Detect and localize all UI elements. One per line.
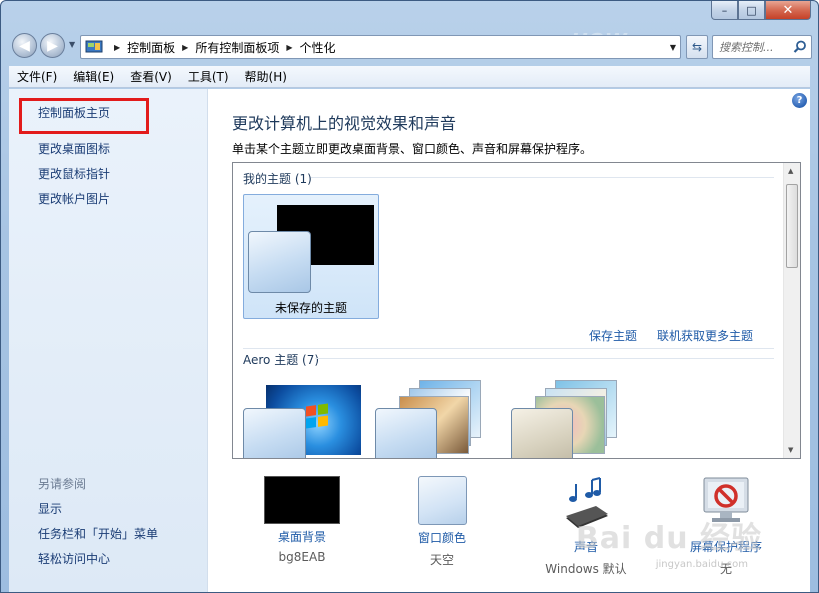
forward-button[interactable]: ▶ [40,33,65,58]
menu-tools[interactable]: 工具(T) [180,68,237,85]
maximize-button[interactable]: □ [738,1,765,20]
group-divider [243,348,774,349]
search-input[interactable]: 搜索控制... [712,35,812,59]
baidu-watermark: Bai du 经验 [575,521,762,556]
aero-theme-architecture[interactable] [375,380,505,458]
help-icon[interactable]: ? [792,93,807,108]
desktop-background-value: bg8EAB [278,550,326,564]
minimize-button[interactable]: – [711,1,738,20]
unsaved-theme-tile[interactable]: 未保存的主题 [243,194,379,319]
aero-theme-characters[interactable] [511,380,641,458]
see-also-display[interactable]: 显示 [38,500,62,517]
sounds-value: Windows 默认 [545,562,627,576]
baidu-watermark-url: jingyan.baidu.com [655,559,748,570]
window-color-item[interactable]: 窗口颜色 天空 [387,476,497,568]
caption-buttons: – □ ✕ [711,1,811,20]
aero-theme-windows7[interactable] [239,380,369,458]
theme-list-scrollbar[interactable]: ▲ ▼ [783,163,800,458]
breadcrumb-personalization[interactable]: 个性化 [300,39,336,56]
desktop-background-item[interactable]: 桌面背景 bg8EAB [247,476,357,564]
refresh-button[interactable]: ⇆ [686,35,708,59]
address-dropdown-icon[interactable]: ▼ [670,43,676,52]
see-also-ease-of-access[interactable]: 轻松访问中心 [38,550,110,567]
sidebar-change-mouse-pointers[interactable]: 更改鼠标指针 [38,165,110,182]
window-color-icon [417,476,467,525]
group-divider [311,177,774,178]
scroll-up-icon[interactable]: ▲ [788,167,793,175]
windows-logo-icon [306,403,328,429]
menu-file[interactable]: 文件(F) [9,68,65,85]
main-content: ? 更改计算机上的视觉效果和声音 单击某个主题立即更改桌面背景、窗口颜色、声音和… [209,89,810,592]
scroll-thumb[interactable] [786,184,798,268]
breadcrumb-separator-icon[interactable]: ▶ [182,43,188,52]
save-theme-link[interactable]: 保存主题 [589,327,637,344]
theme-list[interactable]: 我的主题 (1) 未保存的主题 保存主题 联机获取更多主题 Aero 主题 (7… [232,162,801,459]
menu-edit[interactable]: 编辑(E) [65,68,122,85]
page-title: 更改计算机上的视觉效果和声音 [232,114,457,133]
get-more-themes-link[interactable]: 联机获取更多主题 [657,327,753,344]
menu-bar: 文件(F) 编辑(E) 查看(V) 工具(T) 帮助(H) [9,66,810,88]
search-placeholder: 搜索控制... [719,41,774,54]
back-button[interactable]: ◀ [12,33,37,58]
navigation-bar: ◀ ▶ ▼ ▶ 控制面板 ▶ 所有控制面板项 ▶ 个性化 ▼ ⇆ 搜索控制... [9,31,812,61]
menu-help[interactable]: 帮助(H) [237,68,295,85]
back-arrow-icon: ◀ [19,37,30,54]
breadcrumb-separator-icon[interactable]: ▶ [286,43,292,52]
window-body: 控制面板主页 更改桌面图标 更改鼠标指针 更改帐户图片 另请参阅 显示 任务栏和… [9,89,810,592]
breadcrumb-control-panel[interactable]: 控制面板 [127,39,175,56]
page-subtitle: 单击某个主题立即更改桌面背景、窗口颜色、声音和屏幕保护程序。 [232,142,593,156]
breadcrumb-all-items[interactable]: 所有控制面板项 [195,39,279,56]
breadcrumb-separator-icon[interactable]: ▶ [114,43,120,52]
refresh-icon: ⇆ [691,40,703,54]
desktop-background-label[interactable]: 桌面背景 [247,528,357,545]
recent-pages-dropdown[interactable]: ▼ [69,40,75,49]
sidebar-change-desktop-icons[interactable]: 更改桌面图标 [38,140,110,157]
window-frame: HOW – □ ✕ ◀ ▶ ▼ ▶ 控制面板 ▶ 所有控制面板项 ▶ 个性化 ▼… [0,0,819,593]
theme-color-preview [243,408,306,458]
unsaved-theme-label: 未保存的主题 [274,301,347,315]
my-themes-header: 我的主题 (1) [243,172,312,186]
see-also-heading: 另请参阅 [38,477,87,491]
search-icon[interactable] [793,40,807,54]
menu-view[interactable]: 查看(V) [122,68,180,85]
theme-color-preview [511,408,573,458]
see-also-taskbar-start-menu[interactable]: 任务栏和「开始」菜单 [38,525,158,542]
window-color-label[interactable]: 窗口颜色 [387,529,497,546]
address-bar[interactable]: ▶ 控制面板 ▶ 所有控制面板项 ▶ 个性化 ▼ [80,35,681,59]
control-panel-icon [85,40,103,53]
desktop-background-icon [264,476,340,524]
sidebar-change-account-picture[interactable]: 更改帐户图片 [38,190,110,207]
sidebar: 控制面板主页 更改桌面图标 更改鼠标指针 更改帐户图片 另请参阅 显示 任务栏和… [9,89,208,592]
theme-color-preview [375,408,437,458]
theme-color-preview [248,231,311,293]
scroll-down-icon[interactable]: ▼ [788,446,793,454]
group-divider [315,358,774,359]
close-button[interactable]: ✕ [765,1,811,20]
aero-themes-header: Aero 主题 (7) [243,353,320,367]
sidebar-control-panel-home[interactable]: 控制面板主页 [38,104,110,121]
window-color-value: 天空 [429,553,454,567]
forward-arrow-icon: ▶ [47,37,58,54]
